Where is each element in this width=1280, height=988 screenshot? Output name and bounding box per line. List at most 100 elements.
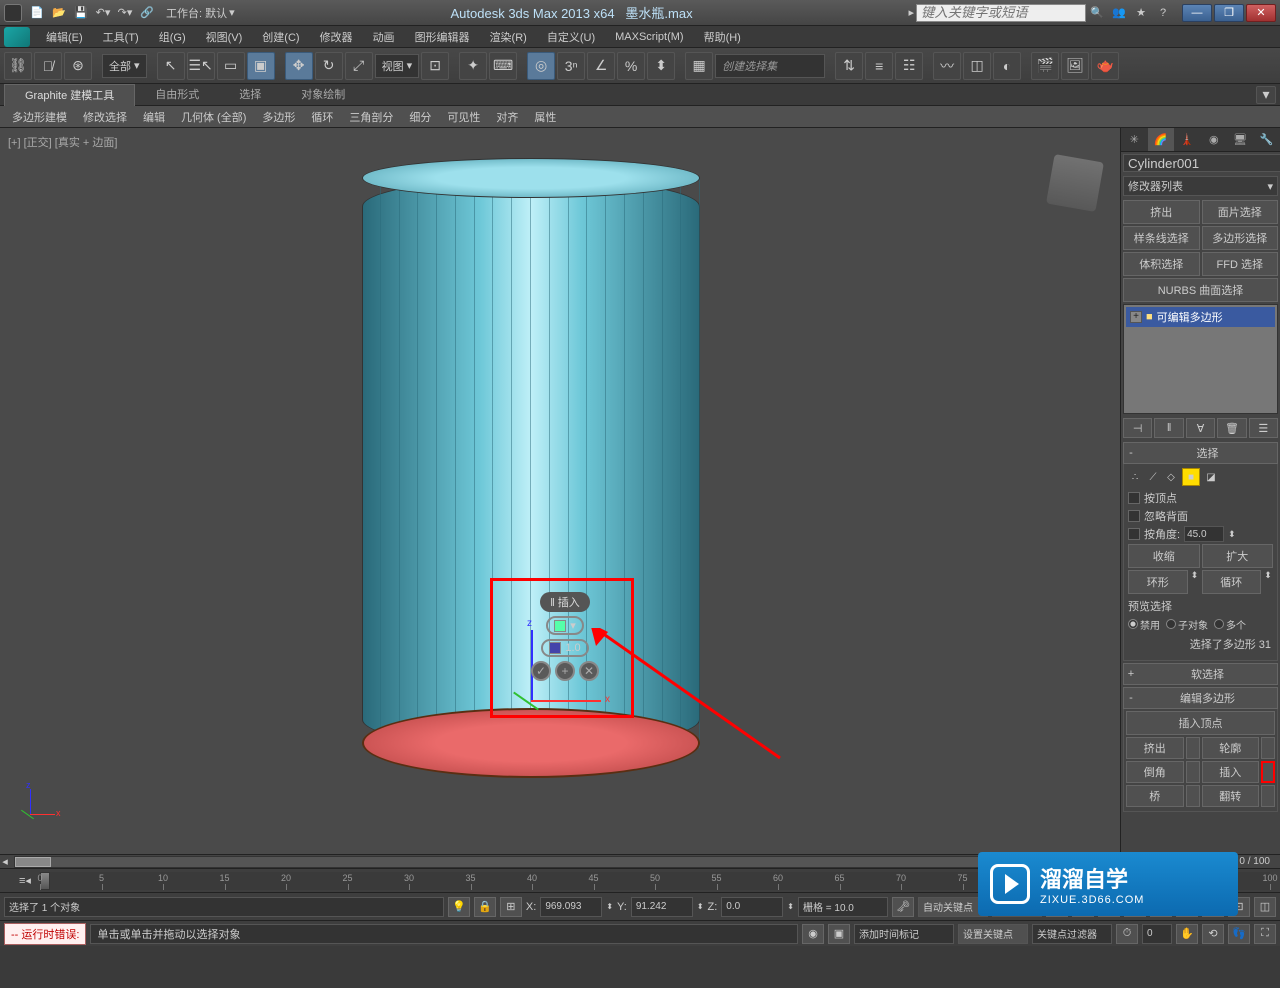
angle-input[interactable]: [1184, 526, 1224, 542]
rollout-selection-header[interactable]: -选择: [1123, 442, 1278, 464]
scale-icon[interactable]: ⤢: [345, 52, 373, 80]
angle-snap-icon[interactable]: ∠: [587, 52, 615, 80]
menu-edit[interactable]: 编辑(E): [36, 29, 93, 45]
bind-icon[interactable]: ⊛: [64, 52, 92, 80]
render-setup-icon[interactable]: 🎬: [1031, 52, 1059, 80]
snap-icon[interactable]: ◎: [527, 52, 555, 80]
polygon-subobj-icon[interactable]: ■: [1182, 468, 1200, 486]
spinner-snap-icon[interactable]: ⬍: [647, 52, 675, 80]
stack-item-editpoly[interactable]: + ■ 可编辑多边形: [1126, 307, 1275, 327]
link-icon[interactable]: 🔗: [136, 3, 158, 23]
extrude-button[interactable]: 挤出: [1126, 737, 1184, 759]
ribbon-polymodeling[interactable]: 多边形建模: [4, 109, 75, 125]
comm-icon[interactable]: 👥: [1108, 3, 1130, 23]
mod-ffd-sel[interactable]: FFD 选择: [1202, 252, 1279, 276]
menu-group[interactable]: 组(G): [149, 29, 196, 45]
ribbon-loops[interactable]: 循环: [303, 109, 341, 125]
show-end-icon[interactable]: ‖: [1154, 418, 1183, 438]
viewport-label[interactable]: [+] [正交] [真实 + 边面]: [8, 134, 117, 150]
vertex-subobj-icon[interactable]: ∴: [1128, 470, 1142, 484]
maxscript-error[interactable]: -- 运行时错误:: [4, 923, 86, 945]
app-menu-icon[interactable]: [4, 27, 30, 47]
tab-selection[interactable]: 选择: [219, 84, 281, 106]
time-config-icon[interactable]: ⏱: [1116, 924, 1138, 944]
add-time-tag[interactable]: 添加时间标记: [854, 924, 954, 944]
caddy-confirm-icon[interactable]: ✓: [531, 661, 551, 681]
isolate-icon[interactable]: ◉: [802, 924, 824, 944]
menu-modifiers[interactable]: 修改器: [310, 29, 363, 45]
search-input[interactable]: [916, 4, 1086, 22]
loop-button[interactable]: 循环: [1202, 570, 1262, 594]
bevel-button[interactable]: 倒角: [1126, 761, 1184, 783]
keyboard-icon[interactable]: ⌨: [489, 52, 517, 80]
mod-spline-sel[interactable]: 样条线选择: [1123, 226, 1200, 250]
inset-button[interactable]: 插入: [1202, 761, 1260, 783]
menu-customize[interactable]: 自定义(U): [537, 29, 605, 45]
snap3-icon[interactable]: 3ⁿ: [557, 52, 585, 80]
render-icon[interactable]: 🫖: [1091, 52, 1119, 80]
y-coord-input[interactable]: [631, 897, 693, 917]
x-coord-input[interactable]: [540, 897, 602, 917]
radio-disable[interactable]: [1128, 619, 1138, 629]
ribbon-vis[interactable]: 可见性: [439, 109, 488, 125]
modifier-stack[interactable]: + ■ 可编辑多边形: [1123, 304, 1278, 414]
expand-icon[interactable]: +: [1130, 311, 1142, 323]
menu-create[interactable]: 创建(C): [252, 29, 309, 45]
outline-button[interactable]: 轮廓: [1202, 737, 1260, 759]
menu-grapheditors[interactable]: 图形编辑器: [405, 29, 480, 45]
nav-walk-icon[interactable]: 👣: [1228, 924, 1250, 944]
minimize-button[interactable]: —: [1182, 4, 1212, 22]
mod-poly-sel[interactable]: 多边形选择: [1202, 226, 1279, 250]
named-selection-set[interactable]: 创建选择集: [715, 54, 825, 78]
by-angle-checkbox[interactable]: [1128, 528, 1140, 540]
flip-settings-icon[interactable]: [1261, 785, 1275, 807]
curve-editor-icon[interactable]: 〰: [933, 52, 961, 80]
radio-subobj[interactable]: [1166, 619, 1176, 629]
select-icon[interactable]: ↖: [157, 52, 185, 80]
mod-extrude[interactable]: 挤出: [1123, 200, 1200, 224]
viewport[interactable]: [+] [正交] [真实 + 边面] zx ‖ 插入 ▾ 1.0: [0, 128, 1120, 854]
extrude-settings-icon[interactable]: [1186, 737, 1200, 759]
edge-subobj-icon[interactable]: ⟋: [1146, 470, 1160, 484]
tab-objectpaint[interactable]: 对象绘制: [281, 84, 365, 106]
menu-tools[interactable]: 工具(T): [93, 29, 149, 45]
help-icon[interactable]: ?: [1152, 3, 1174, 23]
bridge-button[interactable]: 桥: [1126, 785, 1184, 807]
by-vertex-checkbox[interactable]: [1128, 492, 1140, 504]
hierarchy-tab-icon[interactable]: 🗼: [1174, 128, 1201, 151]
nav-zoomext-icon[interactable]: ◫: [1254, 897, 1276, 917]
display-tab-icon[interactable]: 🖥: [1227, 128, 1254, 151]
app-logo[interactable]: [4, 4, 22, 22]
ribbon-subdiv[interactable]: 细分: [401, 109, 439, 125]
caddy-amount-input[interactable]: 1.0: [541, 639, 588, 657]
rotate-icon[interactable]: ↻: [315, 52, 343, 80]
caddy-apply-icon[interactable]: +: [555, 661, 575, 681]
configure-icon[interactable]: ☰: [1249, 418, 1278, 438]
pivot-icon[interactable]: ⊡: [421, 52, 449, 80]
layers-icon[interactable]: ☷: [895, 52, 923, 80]
align-icon[interactable]: ≡: [865, 52, 893, 80]
menu-animation[interactable]: 动画: [363, 29, 405, 45]
shrink-button[interactable]: 收缩: [1128, 544, 1200, 568]
caddy-type-button[interactable]: ▾: [546, 616, 584, 635]
menu-help[interactable]: 帮助(H): [694, 29, 751, 45]
z-coord-input[interactable]: [721, 897, 783, 917]
mirror-icon[interactable]: ⇅: [835, 52, 863, 80]
unlink-icon[interactable]: ⛓̸: [34, 52, 62, 80]
tab-freeform[interactable]: 自由形式: [135, 84, 219, 106]
inset-settings-icon[interactable]: [1261, 761, 1275, 783]
nav-pan-icon[interactable]: ✋: [1176, 924, 1198, 944]
undo-icon[interactable]: ↶▾: [92, 3, 114, 23]
ref-coord-dropdown[interactable]: 视图 ▾: [375, 54, 420, 78]
selection-filter[interactable]: 全部 ▾: [102, 54, 147, 78]
coord-display-icon[interactable]: ⊞: [500, 897, 522, 917]
object-name-input[interactable]: [1123, 154, 1280, 172]
select-window-icon[interactable]: ▣: [247, 52, 275, 80]
outline-settings-icon[interactable]: [1261, 737, 1275, 759]
nav-maximize-icon[interactable]: ⛶: [1254, 924, 1276, 944]
insert-vertex-button[interactable]: 插入顶点: [1126, 711, 1275, 735]
create-tab-icon[interactable]: ✳: [1121, 128, 1148, 151]
setkey-button[interactable]: 设置关键点: [958, 924, 1028, 944]
modify-tab-icon[interactable]: 🌈: [1148, 128, 1175, 151]
select-rect-icon[interactable]: ▭: [217, 52, 245, 80]
